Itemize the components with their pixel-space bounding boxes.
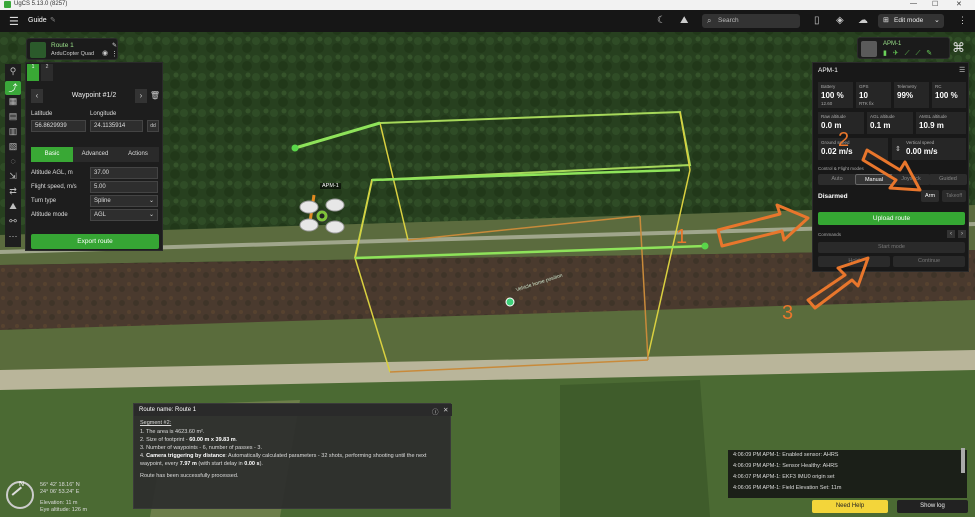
log-scrollbar[interactable] [961,448,965,473]
annotation-number-1: 1 [676,226,688,248]
show-log-button[interactable]: Show log [897,500,968,513]
annotation-number-2: 2 [838,129,850,151]
need-help-button[interactable]: Need Help [812,500,888,513]
annotation-number-3: 3 [782,302,794,324]
annotation-arrows [716,148,922,310]
